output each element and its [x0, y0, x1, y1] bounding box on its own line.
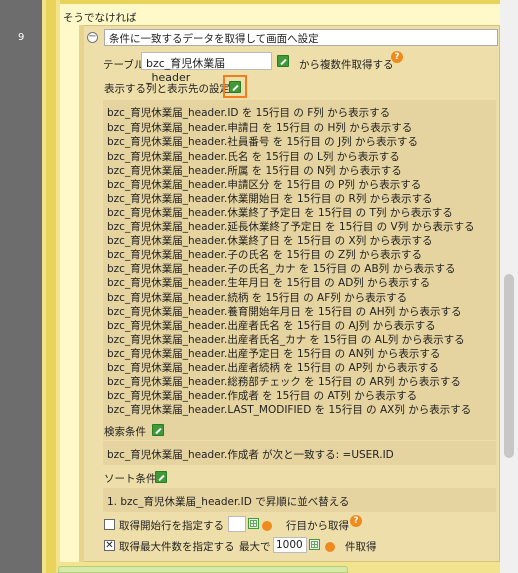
column-row: bzc_育児休業届_header.出産者氏名 を 15行目 の AJ列 から表示… — [107, 320, 436, 332]
column-row: bzc_育児休業届_header.出産者続柄 を 15行目 の AP列 から表示… — [107, 362, 439, 374]
column-row: bzc_育児休業届_header.休業終了予定日 を 15行目 の T列 から表… — [107, 207, 453, 219]
block-title-field[interactable]: 条件に一致するデータを取得して画面へ設定 — [104, 29, 498, 46]
start-row-suffix: 行目から取得 — [286, 520, 349, 532]
cell-select-icon[interactable] — [309, 539, 320, 550]
line-number: 9 — [18, 32, 25, 43]
column-row: bzc_育児休業届_header.氏名 を 15行目 の L列 から表示する — [107, 151, 400, 163]
start-row-input[interactable] — [228, 516, 246, 532]
highlight-frame — [223, 75, 247, 98]
column-row: bzc_育児休業届_header.延長休業終了予定日 を 15行目 の V列 か… — [107, 221, 475, 233]
edit-search-icon[interactable] — [152, 424, 164, 436]
max-rows-label: 取得最大件数を指定する — [119, 541, 235, 553]
else-label: そうでなければ — [63, 12, 137, 24]
help-icon[interactable] — [325, 542, 335, 552]
table-label: テーブル — [103, 59, 145, 71]
column-row: bzc_育児休業届_header.出産予定日 を 15行目 の AN列 から表示… — [107, 348, 441, 360]
max-suffix: 件取得 — [345, 541, 377, 553]
max-prefix: 最大で — [239, 541, 271, 553]
sort-condition-label: ソート条件 — [104, 473, 157, 485]
scrollbar-thumb[interactable] — [504, 274, 514, 458]
block-bar-inner — [46, 0, 56, 573]
max-rows-input[interactable]: 1000 — [273, 537, 307, 553]
sort-condition-text: 1. bzc_育児休業届_header.ID で昇順に並べ替える — [107, 496, 350, 508]
column-row: bzc_育児休業届_header.休業開始日 を 15行目 の R列 から表示す… — [107, 193, 433, 205]
edit-table-icon[interactable] — [277, 55, 289, 67]
edit-sort-icon[interactable] — [155, 471, 167, 483]
fetch-multiple-label: から複数件取得する — [299, 59, 394, 71]
next-block-edge — [58, 566, 348, 573]
column-row: bzc_育児休業届_header.休業終了日 を 15行目 の X列 から表示す… — [107, 235, 433, 247]
collapse-icon[interactable]: − — [87, 32, 98, 43]
query-block-stripe — [79, 25, 84, 562]
cell-select-icon[interactable] — [248, 518, 259, 529]
start-row-checkbox[interactable] — [104, 519, 115, 530]
column-row: bzc_育児休業届_header.出産者氏名_カナ を 15行目 の AL列 か… — [107, 334, 465, 346]
column-row: bzc_育児休業届_header.申請区分 を 15行目 の P列 から表示する — [107, 179, 422, 191]
help-icon[interactable]: ? — [350, 515, 362, 527]
column-row: bzc_育児休業届_header.作成者 を 15行目 の AT列 から表示する — [107, 390, 418, 402]
columns-label: 表示する列と表示先の設定 — [104, 83, 230, 95]
search-condition-text: bzc_育児休業届_header.作成者 が次と一致する: =USER.ID — [107, 449, 394, 461]
table-field[interactable]: bzc_育児休業届_header — [141, 52, 272, 84]
start-row-label: 取得開始行を指定する — [119, 520, 224, 532]
column-row: bzc_育児休業届_header.所属 を 15行目 の N列 から表示する — [107, 165, 402, 177]
column-row: bzc_育児休業届_header.LAST_MODIFIED を 15行目 の … — [107, 404, 472, 416]
column-row: bzc_育児休業届_header.社員番号 を 15行目 の J列 から表示する — [107, 136, 418, 148]
max-rows-checkbox[interactable]: ✕ — [104, 540, 115, 551]
help-icon[interactable] — [262, 521, 272, 531]
column-row: bzc_育児休業届_header.養育開始年月日 を 15行目 の AH列 から… — [107, 306, 462, 318]
column-row: bzc_育児休業届_header.子の氏名_カナ を 15行目 の AB列 から… — [107, 263, 456, 275]
column-row: bzc_育児休業届_header.ID を 15行目 の F列 から表示する — [107, 107, 391, 119]
search-condition-label: 検索条件 — [104, 426, 146, 438]
column-row: bzc_育児休業届_header.総務部チェック を 15行目 の AR列 から… — [107, 376, 461, 388]
help-icon[interactable]: ? — [391, 51, 403, 63]
column-row: bzc_育児休業届_header.子の氏名 を 15行目 の Z列 から表示する — [107, 249, 423, 261]
else-panel-top — [60, 0, 500, 4]
column-row: bzc_育児休業届_header.申請日 を 15行目 の H列 から表示する — [107, 122, 413, 134]
column-row: bzc_育児休業届_header.生年月日 を 15行目 の AD列 から表示す… — [107, 277, 431, 289]
column-row: bzc_育児休業届_header.続柄 を 15行目 の AF列 から表示する — [107, 292, 408, 304]
line-gutter — [0, 0, 42, 573]
